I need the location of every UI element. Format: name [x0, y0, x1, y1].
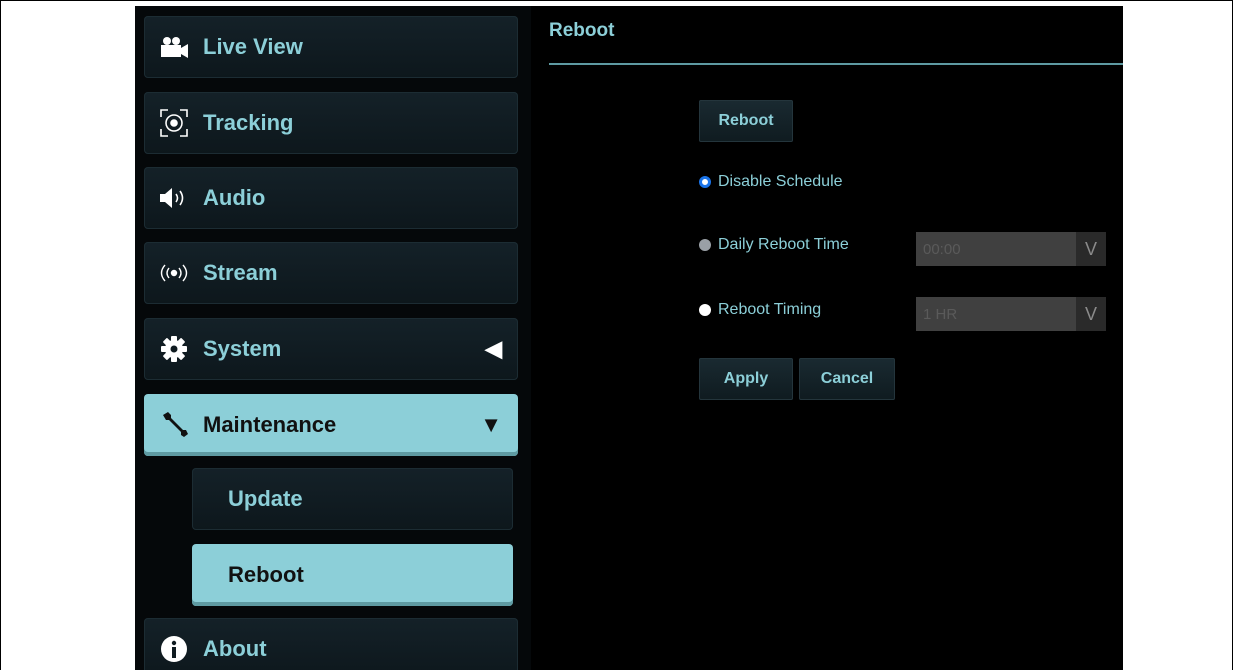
- title-divider: [549, 63, 1123, 65]
- collapse-arrow-icon: ◀: [485, 336, 502, 361]
- sidebar-item-label: Maintenance: [203, 412, 337, 437]
- sidebar-item-live-view[interactable]: Live View: [144, 16, 518, 78]
- sidebar-item-label: About: [203, 636, 267, 661]
- select-value: 00:00: [923, 240, 961, 258]
- sidebar-subitem-label: Update: [228, 486, 303, 511]
- cancel-button[interactable]: Cancel: [799, 358, 895, 400]
- radio-disabled-icon[interactable]: [699, 239, 711, 251]
- app-window: Live View Tracking Audio Stream System ◀…: [135, 6, 1123, 670]
- speaker-icon: [157, 181, 191, 215]
- info-icon: [157, 632, 191, 666]
- sidebar-item-maintenance[interactable]: Maintenance ▼: [144, 394, 518, 456]
- broadcast-icon: [157, 256, 191, 290]
- option-label: Disable Schedule: [718, 173, 843, 190]
- sidebar-subitem-reboot[interactable]: Reboot: [192, 544, 513, 606]
- sidebar-item-label: Live View: [203, 34, 303, 59]
- reboot-timing-option[interactable]: Reboot Timing: [699, 301, 821, 319]
- daily-reboot-time-select[interactable]: 00:00 V: [916, 232, 1106, 266]
- sidebar-item-label: Tracking: [203, 110, 294, 135]
- reboot-timing-select[interactable]: 1 HR V: [916, 297, 1106, 331]
- chevron-down-icon: V: [1076, 232, 1106, 266]
- radio-checked-icon[interactable]: [699, 176, 711, 188]
- sidebar-subitem-update[interactable]: Update: [192, 468, 513, 530]
- sidebar-item-label: System: [203, 336, 282, 361]
- video-camera-icon: [157, 30, 191, 64]
- daily-reboot-time-option[interactable]: Daily Reboot Time: [699, 236, 849, 254]
- sidebar-item-audio[interactable]: Audio: [144, 167, 518, 229]
- wrench-icon: [157, 408, 191, 442]
- option-label: Daily Reboot Time: [718, 236, 849, 253]
- sidebar-item-label: Audio: [203, 185, 266, 210]
- sidebar-item-stream[interactable]: Stream: [144, 242, 518, 304]
- sidebar-item-system[interactable]: System ◀: [144, 318, 518, 380]
- main-panel: Reboot Reboot Disable Schedule Daily Reb…: [531, 6, 1123, 670]
- chevron-down-icon: V: [1076, 297, 1106, 331]
- sidebar-subitem-label: Reboot: [228, 562, 304, 587]
- sidebar-item-tracking[interactable]: Tracking: [144, 92, 518, 154]
- radio-unchecked-icon[interactable]: [699, 304, 711, 316]
- expand-arrow-icon: ▼: [480, 412, 502, 437]
- tracking-target-icon: [157, 106, 191, 140]
- gear-icon: [157, 332, 191, 366]
- disable-schedule-option[interactable]: Disable Schedule: [699, 173, 843, 191]
- sidebar-item-label: Stream: [203, 260, 278, 285]
- sidebar: Live View Tracking Audio Stream System ◀…: [135, 6, 531, 670]
- option-label: Reboot Timing: [718, 301, 822, 318]
- page-title: Reboot: [549, 20, 615, 41]
- reboot-button[interactable]: Reboot: [699, 100, 793, 142]
- apply-button[interactable]: Apply: [699, 358, 793, 400]
- sidebar-item-about[interactable]: About: [144, 618, 518, 670]
- select-value: 1 HR: [923, 305, 958, 323]
